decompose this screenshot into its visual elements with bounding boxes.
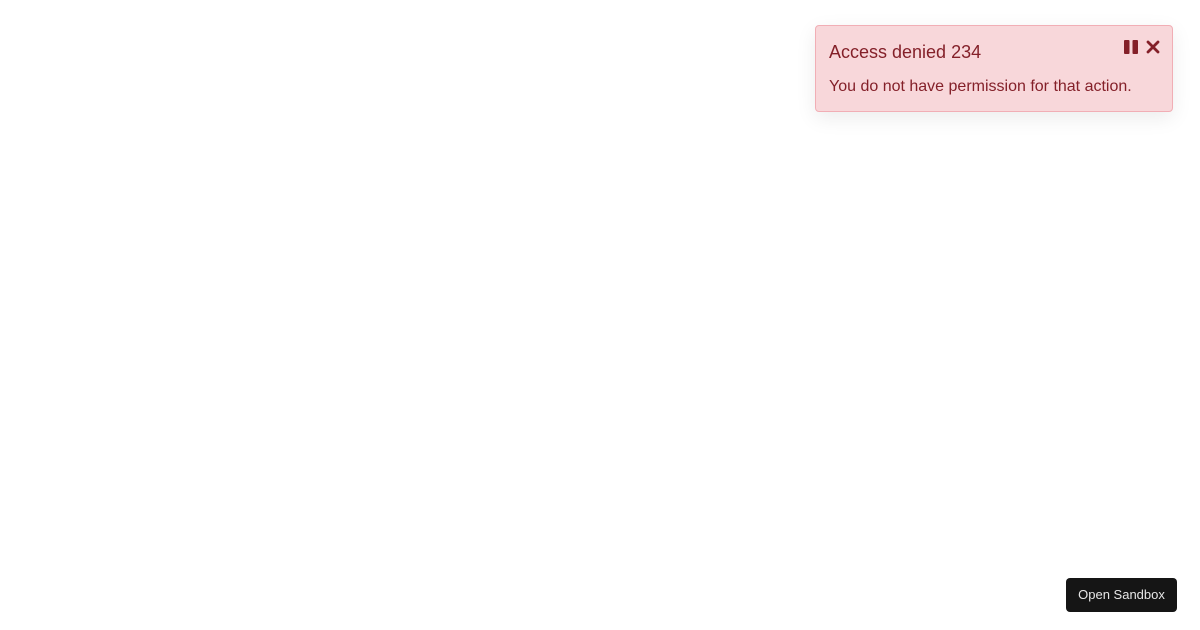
close-icon-glyph <box>1146 40 1160 54</box>
toast-title: Access denied 234 <box>829 42 982 62</box>
pause-icon-glyph <box>1124 40 1138 54</box>
error-toast: Access denied 234 You do not have permis… <box>815 25 1173 112</box>
page: Access denied 234 You do not have permis… <box>0 0 1200 630</box>
toast-message: You do not have permission for that acti… <box>829 78 1132 95</box>
pause-icon[interactable] <box>1124 40 1138 54</box>
toast-controls <box>1124 40 1160 54</box>
close-icon[interactable] <box>1146 40 1160 54</box>
open-sandbox-button[interactable]: Open Sandbox <box>1066 578 1177 612</box>
